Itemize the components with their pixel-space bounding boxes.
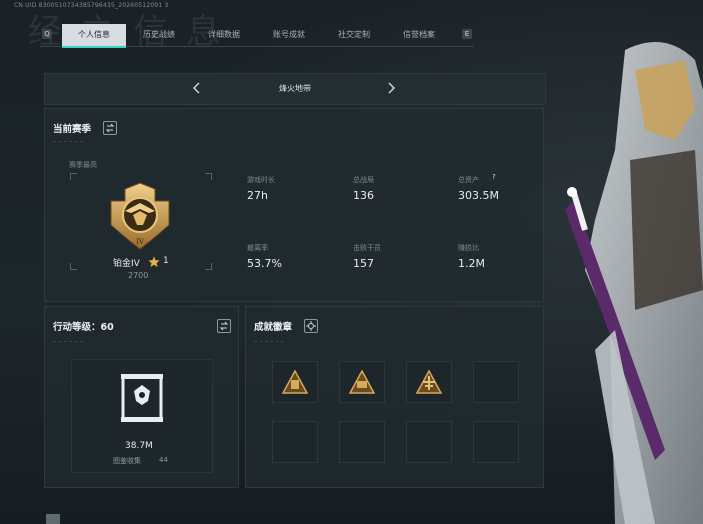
stat-value-total-matches: 136: [353, 189, 374, 202]
tab-personal-info[interactable]: 个人信息: [62, 24, 126, 48]
mode-title: 烽火地带: [279, 84, 311, 93]
bottom-bar-icon[interactable]: [46, 514, 60, 524]
operator-character-image: [565, 42, 703, 524]
frame-corner: [70, 173, 77, 180]
divider: [53, 141, 83, 142]
season-best-label: 赛季最高: [69, 161, 97, 169]
stat-label-total-matches: 总战局: [353, 176, 374, 184]
stat-label-kills: 击败干员: [353, 244, 381, 252]
tab-social[interactable]: 社交定制: [322, 24, 386, 46]
rank-name: 铂金IV: [113, 259, 140, 269]
collection-label: 图鉴收集: [113, 457, 141, 465]
achievement-badge-empty[interactable]: [473, 361, 519, 403]
season-panel: 当前赛季 赛季最高 IV 铂金IV 1 2700 游戏时长 27h 总战局 13…: [44, 108, 544, 302]
stat-label-profit-ratio: 赚损比: [458, 244, 479, 252]
achievement-badge[interactable]: [272, 361, 318, 403]
stat-label-playtime: 游戏时长: [247, 176, 275, 184]
tab-next-key[interactable]: E: [462, 29, 472, 39]
achievement-badge-empty[interactable]: [406, 421, 452, 463]
achievement-badge-empty[interactable]: [272, 421, 318, 463]
pyramid-badge-icon: [349, 370, 375, 394]
stat-label-extract-rate: 撤离率: [247, 244, 268, 252]
collection-case-icon: [121, 374, 163, 422]
mode-selector: 烽火地带: [44, 73, 546, 105]
tab-history[interactable]: 历史战绩: [127, 24, 191, 46]
achievement-badge[interactable]: [406, 361, 452, 403]
svg-text:IV: IV: [136, 238, 145, 246]
stat-value-extract-rate: 53.7%: [247, 257, 282, 270]
rank-points: 2700: [128, 271, 149, 280]
help-icon[interactable]: ?: [492, 173, 496, 181]
frame-corner: [70, 263, 77, 270]
achievements-title: 成就徽章: [254, 322, 293, 333]
tab-detailed-data[interactable]: 详细数据: [192, 24, 256, 46]
tab-prev-key[interactable]: Q: [42, 29, 52, 39]
uid-label: CN UID 8300510734385796435_20260512091 3: [14, 2, 169, 9]
action-level-title: 行动等级：60: [53, 322, 114, 333]
swap-icon[interactable]: [217, 319, 231, 333]
season-title: 当前赛季: [53, 124, 92, 135]
rank-emblem-icon: IV: [110, 182, 170, 250]
stat-value-playtime: 27h: [247, 189, 268, 202]
stat-label-total-assets: 总资产: [458, 176, 479, 184]
rank-stars: 1: [163, 256, 169, 266]
star-icon: [148, 256, 160, 267]
pyramid-badge-icon: [282, 370, 308, 394]
pyramid-badge-icon: [416, 370, 442, 394]
tab-achievements[interactable]: 账号成就: [257, 24, 321, 46]
collection-count: 44: [159, 456, 168, 464]
divider: [254, 341, 284, 342]
stat-value-total-assets: 303.5M: [458, 189, 499, 202]
settings-icon[interactable]: [304, 319, 318, 333]
achievement-badge-empty[interactable]: [473, 421, 519, 463]
chevron-right-icon[interactable]: [384, 81, 398, 95]
stat-value-kills: 157: [353, 257, 374, 270]
swap-icon[interactable]: [103, 121, 117, 135]
stat-value-profit-ratio: 1.2M: [458, 257, 485, 270]
achievement-badge[interactable]: [339, 361, 385, 403]
achievements-panel: 成就徽章: [245, 306, 544, 488]
frame-corner: [205, 173, 212, 180]
collection-value: 38.7M: [125, 441, 153, 451]
action-level-panel: 行动等级：60 38.7M 图鉴收集 44: [44, 306, 239, 488]
achievement-badge-empty[interactable]: [339, 421, 385, 463]
divider: [53, 341, 83, 342]
tab-reputation[interactable]: 信誉档案: [387, 24, 451, 46]
frame-corner: [205, 263, 212, 270]
